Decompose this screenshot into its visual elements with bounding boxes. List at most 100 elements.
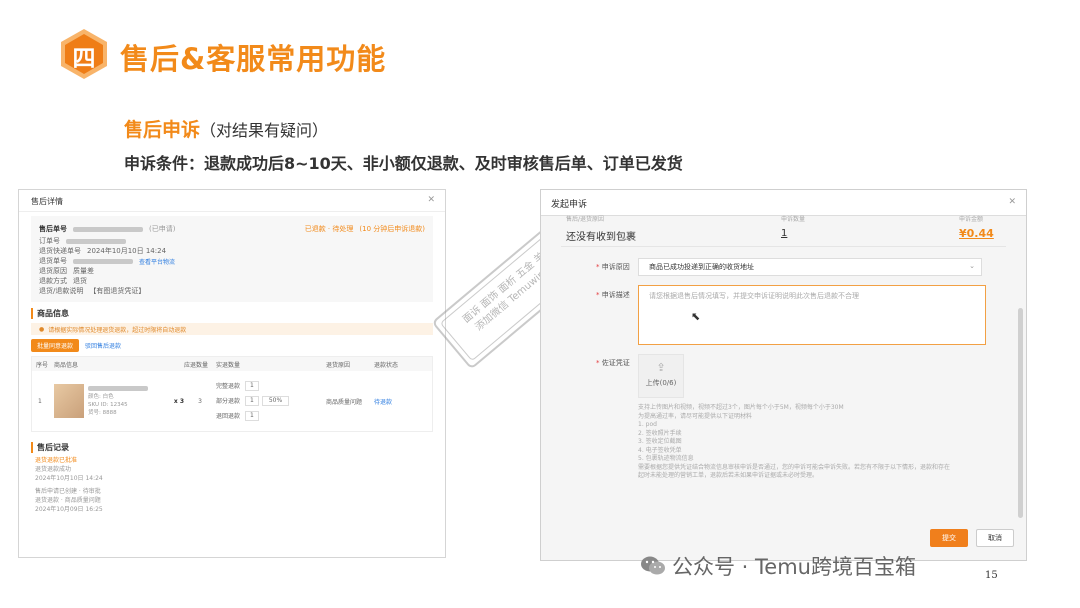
table-header: 序号 商品信息 应退数量 实退数量 退货原因 退款状态 [32, 357, 432, 371]
record-title: 售后申请已创建 · 待审批 [35, 488, 101, 495]
order-status: (已申请) [149, 225, 176, 233]
watermark-text: 公众号 · Temu跨境百宝箱 [672, 555, 916, 579]
refund-action-row: 完整退款 1 [216, 379, 326, 394]
product-thumbnail [54, 384, 84, 418]
dialog-header: 发起申诉 ✕ [541, 190, 1026, 216]
info-label: 退货快递单号 [39, 247, 81, 255]
info-row: 退款方式 退货 [39, 276, 425, 286]
close-icon[interactable]: ✕ [427, 195, 435, 205]
sub-title: 售后申诉 [124, 119, 201, 141]
goods-table: 序号 商品信息 应退数量 实退数量 退货原因 退款状态 1 颜色: 白色 SKU… [31, 356, 433, 432]
col-header: 退货原因 [326, 361, 351, 369]
col-header: 退款状态 [374, 361, 399, 369]
section-number-badge: 四 [58, 28, 110, 80]
qty-stepper[interactable]: 1 [245, 411, 259, 421]
row-index: 1 [38, 397, 42, 405]
blurred-value [73, 258, 133, 264]
wechat-watermark: 公众号 · Temu跨境百宝箱 [640, 551, 916, 581]
spec-line: SKU ID: 12345 [88, 401, 128, 408]
col-header: 应退数量 [184, 361, 209, 369]
divider [561, 246, 1006, 247]
product-name-blurred [88, 385, 148, 391]
col-header: 序号 [36, 361, 49, 369]
applied-qty: 3 [198, 397, 202, 405]
hint-line: 4. 电子签收凭单 [638, 446, 682, 454]
refund-actions: 完整退款 1 部分退款 1 50% 退回退款 1 [216, 379, 326, 424]
action-row: 批量同意退款 驳回售后退款 [31, 339, 433, 352]
upload-icon: ⇪ [656, 361, 666, 374]
product-cell: 颜色: 白色 SKU ID: 12345 货号: 8888 x 3 [54, 384, 184, 418]
hint-line: 支持上传图片和视频，视频不超过3个，图片每个小于5M，视频每个小于30M [638, 404, 844, 411]
close-icon[interactable]: ✕ [1008, 197, 1016, 207]
proof-label: 佐证凭证 [596, 358, 630, 368]
record-item: 售后申请已创建 · 待审批 退货退款 · 商品质量问题 2024年10月09日 … [35, 487, 429, 514]
logistics-link[interactable]: 查看平台物流 [139, 257, 175, 266]
action-label: 退回退款 [216, 412, 241, 420]
after-sale-detail-panel: 售后详情 ✕ 售后单号 (已申请) 已退款 · 待处理 (10 分钟后申诉退款)… [18, 189, 446, 558]
info-value: 【有图退货凭证】 [89, 287, 146, 295]
info-row: 退货快递单号 2024年10月10日 14:24 [39, 246, 425, 256]
info-value: 退货 [73, 277, 87, 285]
info-label: 退货/退款说明 [39, 287, 84, 295]
description-placeholder: 请您根据退售后情况填写，并提交申诉证明说明此次售后退款不合理 [649, 292, 859, 300]
info-row: 退货/退款说明 【有图退货凭证】 [39, 286, 425, 296]
upload-hints: 支持上传图片和视频，视频不超过3个，图片每个小于5M，视频每个小于30M 为提高… [638, 404, 993, 481]
description-textarea[interactable]: 请您根据退售后情况填写，并提交申诉证明说明此次售后退款不合理 ⬉ [638, 285, 986, 345]
panel-title: 售后详情 [31, 197, 63, 206]
warning-bar: ● 请根据实际情况处理退货退款，超过时限将自动退款 [31, 323, 433, 335]
page-number: 15 [985, 570, 998, 581]
hint-line: 需要根据您提供凭证结合物流信息审核申诉是否通过，您的申诉可能会申诉失败。若您有不… [638, 463, 951, 471]
reason-label: 申诉原因 [596, 262, 630, 272]
record-item: 退货退款已批准 退货退款成功 2024年10月10日 14:24 [35, 456, 429, 483]
cancel-button[interactable]: 取消 [976, 529, 1014, 547]
hint-line: 3. 签收定位截图 [638, 438, 682, 445]
sub-heading: 售后申诉（对结果有疑问） [124, 115, 328, 142]
hint-line: 1. pod [638, 421, 657, 428]
hint-line: 起时未能处理的营销工单，退款后若未如果申诉证据或未必时受理。 [638, 472, 819, 479]
slide-title: 售后&客服常用功能 [120, 42, 387, 76]
percent-select[interactable]: 50% [261, 396, 290, 406]
product-spec: 颜色: 白色 SKU ID: 12345 货号: 8888 [88, 385, 148, 417]
order-label: 售后单号 [39, 225, 67, 233]
status-link[interactable]: (10 分钟后申诉退款) [359, 224, 425, 234]
info-label: 退货原因 [39, 267, 67, 275]
batch-refund-button[interactable]: 批量同意退款 [31, 339, 80, 352]
info-row: 订单号 [39, 236, 425, 246]
return-reason: 商品质量问题 [326, 398, 363, 406]
submit-button[interactable]: 提交 [930, 529, 968, 547]
hint-line: 5. 包裹轨迹物流信息 [638, 455, 694, 462]
info-value: 2024年10月10日 14:24 [87, 247, 167, 255]
appeal-amount: ¥0.44 [959, 227, 994, 240]
status-right: 已退款 · 待处理 [304, 225, 354, 233]
reason-select[interactable]: 商品已成功投递到正确的收货地址 ⌄ [638, 258, 982, 276]
record-time: 2024年10月09日 16:25 [35, 506, 103, 513]
upload-button[interactable]: ⇪ 上传(0/6) [638, 354, 684, 398]
refund-action-row: 退回退款 1 [216, 409, 326, 424]
hint-line: 为提高通过率，请尽可能提供以下证明材料 [638, 412, 753, 420]
action-label: 完整退款 [216, 382, 241, 390]
spec-line: 货号: 8888 [88, 409, 117, 416]
record-time: 2024年10月10日 14:24 [35, 475, 103, 482]
action-label: 部分退款 [216, 397, 241, 405]
dialog-title: 发起申诉 [551, 200, 588, 210]
scrollbar[interactable] [1018, 308, 1023, 518]
refund-action-row: 部分退款 1 50% [216, 394, 326, 409]
table-row: 1 颜色: 白色 SKU ID: 12345 货号: 8888 x 3 3 完整… [32, 371, 432, 431]
col-header: 申诉数量 [781, 216, 806, 223]
conditions-text: 申诉条件：退款成功后8~10天、非小额仅退款、及时审核售后单、订单已发货 [124, 154, 683, 173]
warning-text: 请根据实际情况处理退货退款，超过时限将自动退款 [48, 326, 187, 334]
qty-stepper[interactable]: 1 [245, 396, 259, 406]
refund-status: 待退款 [374, 398, 393, 406]
appeal-dialog: 发起申诉 ✕ 售后/退货原因 申诉数量 申诉金额 还没有收到包裹 1 ¥0.44… [540, 189, 1027, 561]
goods-section-title: 商品信息 [31, 308, 433, 319]
info-label: 退货单号 [39, 257, 67, 265]
chevron-down-icon: ⌄ [969, 262, 975, 270]
description-label: 申诉描述 [596, 290, 630, 300]
info-label: 退款方式 [39, 277, 67, 285]
sub-note: （对结果有疑问） [200, 121, 329, 140]
order-info-box: 售后单号 (已申请) 已退款 · 待处理 (10 分钟后申诉退款) 订单号 退货… [31, 216, 433, 302]
qty-stepper[interactable]: 1 [245, 381, 259, 391]
col-header: 申诉金额 [959, 216, 984, 223]
reject-refund-link[interactable]: 驳回售后退款 [85, 341, 121, 350]
upload-label: 上传(0/6) [645, 379, 677, 387]
